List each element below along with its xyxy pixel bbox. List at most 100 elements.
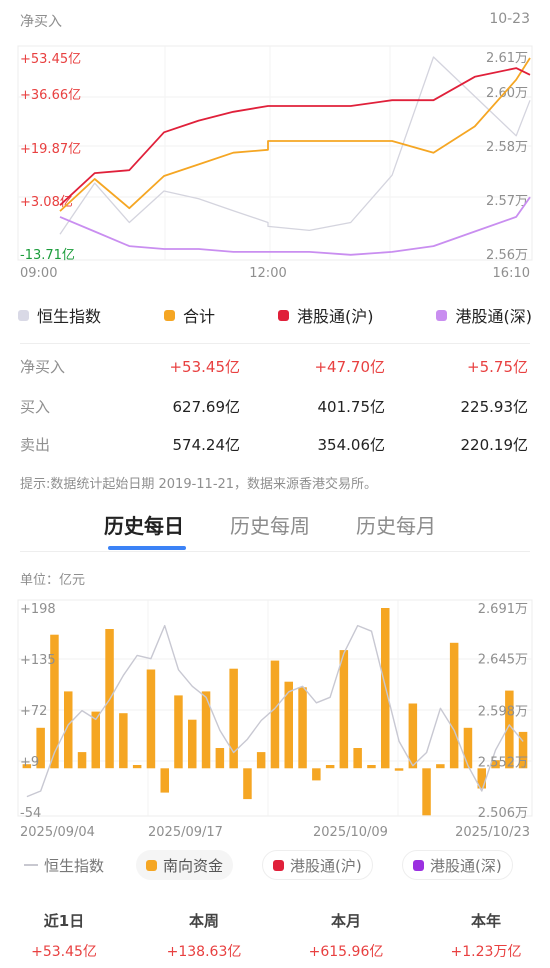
- row-label: 卖出: [20, 436, 51, 454]
- x-tick-label: 12:00: [249, 266, 286, 281]
- right-tick-label: 2.57万: [486, 194, 528, 209]
- tab-weekly[interactable]: 历史每周: [230, 510, 310, 539]
- stat-label: 近1日: [43, 912, 85, 930]
- stat-value: +1.23万亿: [450, 944, 522, 960]
- bar: [215, 748, 225, 769]
- chip-swatch: [413, 859, 424, 871]
- left-tick-label: +53.45亿: [20, 52, 81, 67]
- chip-label: 港股通(沪): [290, 856, 362, 875]
- left-tick-label: +9: [20, 755, 39, 770]
- chip-label: 南向资金: [163, 856, 224, 875]
- chip-sh[interactable]: 港股通(沪): [262, 850, 373, 880]
- bar: [243, 768, 252, 800]
- left-tick-label: +198: [20, 602, 56, 617]
- stat-label: 本周: [188, 912, 219, 930]
- divider: [20, 343, 530, 344]
- bar: [367, 765, 376, 769]
- legend-item-total[interactable]: 合计: [164, 303, 215, 327]
- chip-swatch: [146, 859, 157, 871]
- legend-swatch-sh: [278, 309, 289, 321]
- stat-value: +53.45亿: [31, 944, 97, 960]
- bar: [229, 668, 238, 769]
- bar: [394, 768, 404, 771]
- line-swatch-icon: [24, 864, 38, 866]
- left-tick-label: +135: [20, 653, 56, 668]
- right-tick-label: 2.506万: [478, 806, 528, 821]
- history-tabs: 历史每日 历史每周 历史每月: [0, 510, 550, 554]
- right-tick-label: 2.61万: [486, 51, 528, 66]
- stat-day[interactable]: 近1日 +53.45亿: [4, 910, 124, 961]
- right-tick-label: 2.552万: [478, 755, 528, 770]
- stat-year[interactable]: 本年 +1.23万亿: [426, 910, 546, 961]
- bar: [353, 748, 362, 769]
- data-note: 提示:数据统计起始日期 2019-11-21，数据来源香港交易所。: [20, 477, 378, 492]
- intraday-lines: [59, 56, 531, 256]
- right-tick-label: 2.60万: [486, 86, 528, 101]
- x-tick-label: 2025/09/04: [20, 825, 95, 840]
- bar: [91, 711, 100, 769]
- stat-month[interactable]: 本月 +615.96亿: [286, 910, 406, 961]
- stat-value: +138.63亿: [166, 944, 242, 960]
- legend-item-sz[interactable]: 港股通(深): [436, 303, 532, 327]
- sz-line: [59, 196, 531, 256]
- history-bars: [22, 608, 528, 816]
- intraday-x-axis: 09:00 12:00 16:10: [20, 266, 530, 281]
- legend-item-sh[interactable]: 港股通(沪): [278, 303, 374, 327]
- bar: [160, 768, 169, 793]
- history-x-axis: 2025/09/04 2025/09/17 2025/10/09 2025/10/23: [20, 825, 530, 840]
- chip-southbound[interactable]: 南向资金: [136, 850, 234, 880]
- left-tick-label: +72: [20, 704, 47, 719]
- stat-label: 本年: [470, 912, 501, 930]
- buy-sz: 225.93亿: [460, 398, 529, 416]
- tab-active-indicator: [108, 546, 186, 550]
- bar: [463, 727, 473, 769]
- bar: [339, 650, 349, 769]
- bar: [188, 719, 197, 769]
- left-tick-label: +36.66亿: [20, 88, 81, 103]
- table-row: 买入 627.69亿 401.75亿 225.93亿: [20, 396, 528, 420]
- net-buy-sz: +5.75亿: [467, 358, 528, 376]
- left-tick-label: -54: [20, 806, 41, 821]
- legend-item-hsi[interactable]: 恒生指数: [18, 303, 101, 327]
- legend-swatch-hsi: [18, 309, 29, 321]
- row-label: 买入: [20, 398, 51, 416]
- period-stats: 近1日 +53.45亿 本周 +138.63亿 本月 +615.96亿 本年 +…: [0, 910, 550, 968]
- intraday-chart[interactable]: +53.45亿+36.66亿+19.87亿+3.08亿-13.71亿 2.61万…: [0, 0, 550, 290]
- right-tick-label: 2.56万: [486, 248, 528, 263]
- legend-label: 港股通(沪): [297, 307, 374, 326]
- bar: [132, 765, 142, 769]
- chip-sz[interactable]: 港股通(深): [402, 850, 513, 880]
- bar: [312, 768, 321, 781]
- bar: [256, 752, 266, 769]
- net-buy-total: +53.45亿: [169, 358, 240, 376]
- stat-value: +615.96亿: [308, 944, 384, 960]
- bar: [298, 687, 307, 769]
- x-tick-label: 16:10: [493, 266, 530, 281]
- legend-swatch-sz: [436, 309, 448, 321]
- x-tick-label: 2025/09/17: [148, 825, 223, 840]
- x-tick-label: 2025/10/23: [455, 825, 530, 840]
- intraday-legend: 恒生指数 合计 港股通(沪) 港股通(深): [18, 302, 532, 328]
- sell-sz: 220.19亿: [460, 436, 529, 454]
- unit-label: 单位：亿元: [20, 573, 86, 588]
- tab-daily[interactable]: 历史每日: [104, 510, 184, 539]
- left-tick-label: +19.87亿: [20, 142, 81, 157]
- legend-swatch-total: [164, 309, 175, 321]
- history-chart[interactable]: +198 +135 +72 +9 -54 2.691万 2.645万 2.598万 2.552…: [0, 590, 550, 840]
- table-row: 净买入 +53.45亿 +47.70亿 +5.75亿: [20, 356, 528, 380]
- right-tick-label: 2.58万: [486, 140, 528, 155]
- x-tick-label: 09:00: [20, 266, 57, 281]
- tab-monthly[interactable]: 历史每月: [356, 510, 436, 539]
- chip-hsi[interactable]: 恒生指数: [18, 850, 115, 880]
- bar: [422, 768, 431, 816]
- bar: [77, 752, 87, 769]
- net-buy-sh: +47.70亿: [314, 358, 385, 376]
- row-label: 净买入: [20, 358, 66, 376]
- stat-week[interactable]: 本周 +138.63亿: [144, 910, 264, 961]
- right-tick-label: 2.598万: [478, 705, 528, 720]
- bar: [436, 764, 445, 769]
- legend-label: 恒生指数: [37, 307, 102, 326]
- sell-total: 574.24亿: [172, 436, 241, 454]
- right-tick-label: 2.691万: [478, 602, 528, 617]
- bar: [174, 695, 183, 769]
